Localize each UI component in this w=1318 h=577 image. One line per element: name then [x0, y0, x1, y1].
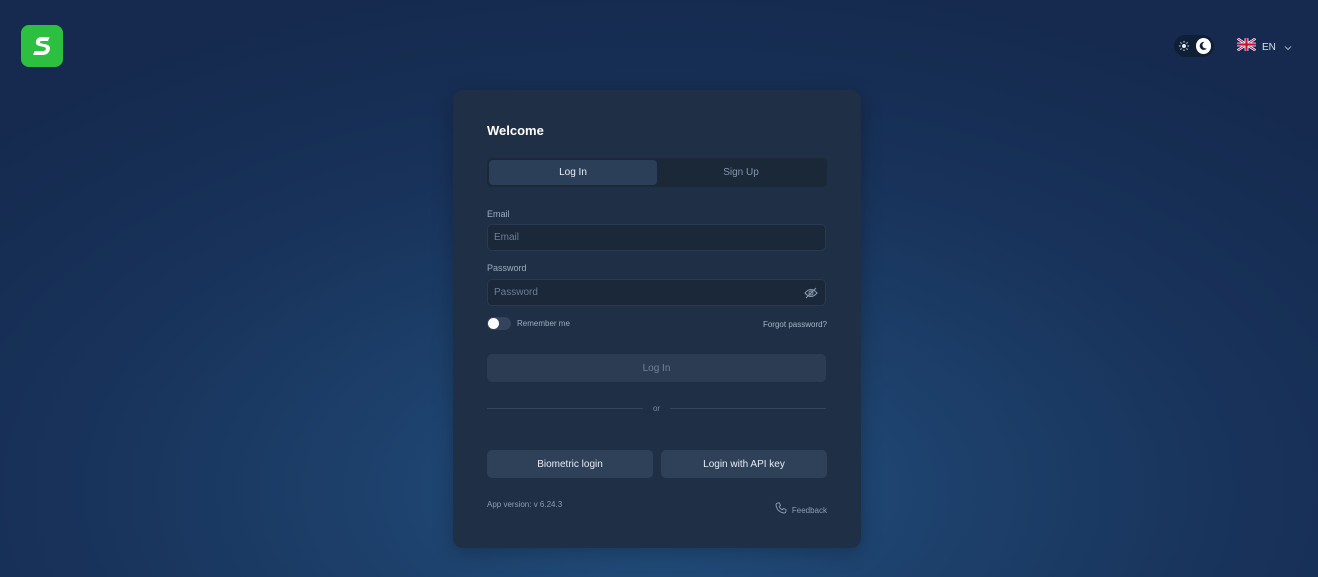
eye-off-icon[interactable]	[803, 285, 819, 301]
login-card: Welcome Log In Sign Up Email Password Re…	[453, 90, 861, 548]
feedback-link[interactable]: Feedback	[775, 501, 827, 519]
theme-toggle[interactable]	[1174, 35, 1214, 57]
remember-me-label: Remember me	[517, 319, 570, 328]
password-label: Password	[487, 263, 527, 273]
card-title: Welcome	[487, 123, 544, 138]
app-logo-icon	[33, 37, 50, 55]
password-field[interactable]	[494, 287, 803, 298]
language-selector[interactable]: EN	[1236, 37, 1292, 56]
toggle-knob	[488, 318, 499, 329]
divider-line-right	[670, 407, 826, 409]
email-field-wrapper	[487, 224, 826, 251]
api-key-login-button[interactable]: Login with API key	[661, 450, 827, 478]
log-in-button[interactable]: Log In	[487, 354, 826, 382]
tab-sign-up[interactable]: Sign Up	[657, 160, 825, 185]
app-logo[interactable]	[21, 25, 63, 67]
password-field-wrapper	[487, 279, 826, 306]
chevron-down-icon	[1284, 38, 1292, 56]
divider-line-left	[487, 407, 643, 409]
sun-icon	[1177, 39, 1191, 53]
uk-flag-icon	[1236, 37, 1257, 56]
email-field[interactable]	[494, 232, 819, 243]
forgot-password-link[interactable]: Forgot password?	[763, 320, 827, 329]
phone-icon	[775, 501, 787, 519]
email-label: Email	[487, 209, 510, 219]
biometric-login-button[interactable]: Biometric login	[487, 450, 653, 478]
feedback-label: Feedback	[791, 505, 827, 515]
tab-log-in[interactable]: Log In	[489, 160, 657, 185]
language-code: EN	[1262, 41, 1276, 53]
divider-or-text: or	[652, 403, 661, 413]
moon-icon	[1195, 38, 1211, 54]
remember-me: Remember me	[487, 317, 570, 330]
remember-me-toggle[interactable]	[487, 317, 511, 330]
or-divider: or	[487, 402, 826, 414]
app-version: App version: v 6.24.3	[487, 500, 563, 509]
auth-tabs: Log In Sign Up	[487, 158, 827, 187]
